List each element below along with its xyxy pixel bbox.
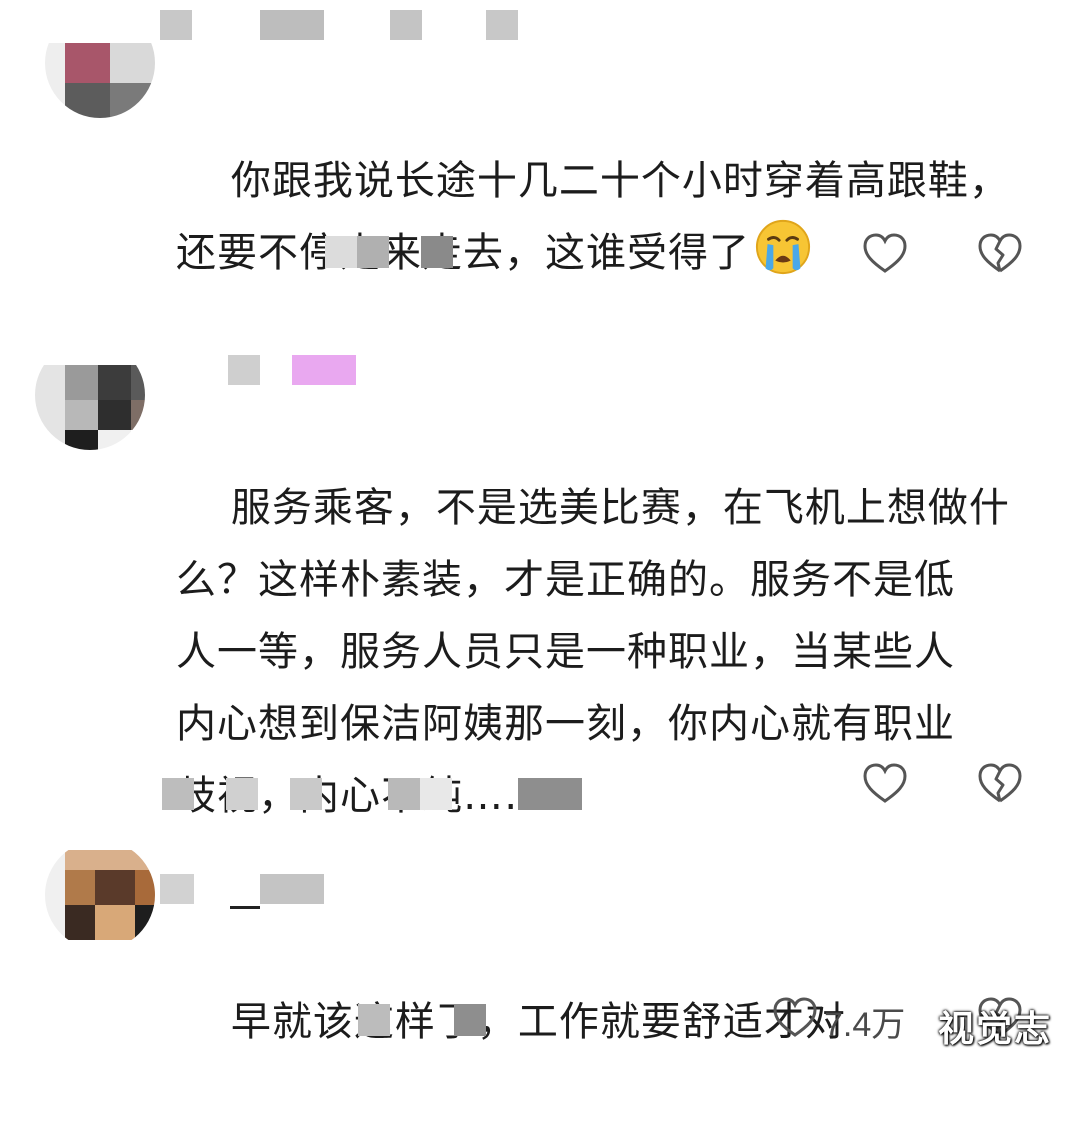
avatar[interactable]	[45, 8, 155, 118]
broken-heart-icon	[978, 233, 1022, 273]
crying-face-icon	[755, 219, 811, 275]
heart-icon	[863, 233, 907, 273]
watermark: 视觉志	[938, 1009, 1053, 1050]
avatar[interactable]	[45, 840, 155, 950]
comment-text: 你跟我说长途十几二十个小时穿着高跟鞋， 还要不停走来走去，这谁受得了	[176, 73, 1026, 361]
dislike-button[interactable]	[975, 228, 1025, 278]
heart-icon	[773, 997, 817, 1037]
comment-body: 早就该这样了，工作就要舒适才对	[230, 999, 846, 1045]
comment-text: 服务乘客，不是选美比赛，在飞机上想做什 么？这样朴素装，才是正确的。服务不是低 …	[176, 400, 1026, 904]
dislike-button[interactable]	[975, 758, 1025, 808]
heart-icon	[863, 763, 907, 803]
comment-3: 早就该这样了，工作就要舒适才对 7.4万	[0, 840, 1080, 1067]
broken-heart-icon	[978, 763, 1022, 803]
redacted-timestamp	[162, 778, 592, 818]
redacted-username	[228, 355, 368, 389]
redacted-username	[160, 874, 330, 909]
redacted-timestamp	[325, 236, 465, 276]
like-button[interactable]	[770, 992, 820, 1042]
redacted-timestamp	[358, 1004, 498, 1044]
comment-1: 你跟我说长途十几二十个小时穿着高跟鞋， 还要不停走来走去，这谁受得了	[0, 0, 1080, 300]
avatar[interactable]	[35, 340, 145, 450]
like-button[interactable]	[860, 758, 910, 808]
like-button[interactable]	[860, 228, 910, 278]
like-count: 7.4万	[824, 1006, 906, 1044]
redacted-username	[160, 10, 540, 44]
comment-2: 服务乘客，不是选美比赛，在飞机上想做什 么？这样朴素装，才是正确的。服务不是低 …	[0, 330, 1080, 830]
